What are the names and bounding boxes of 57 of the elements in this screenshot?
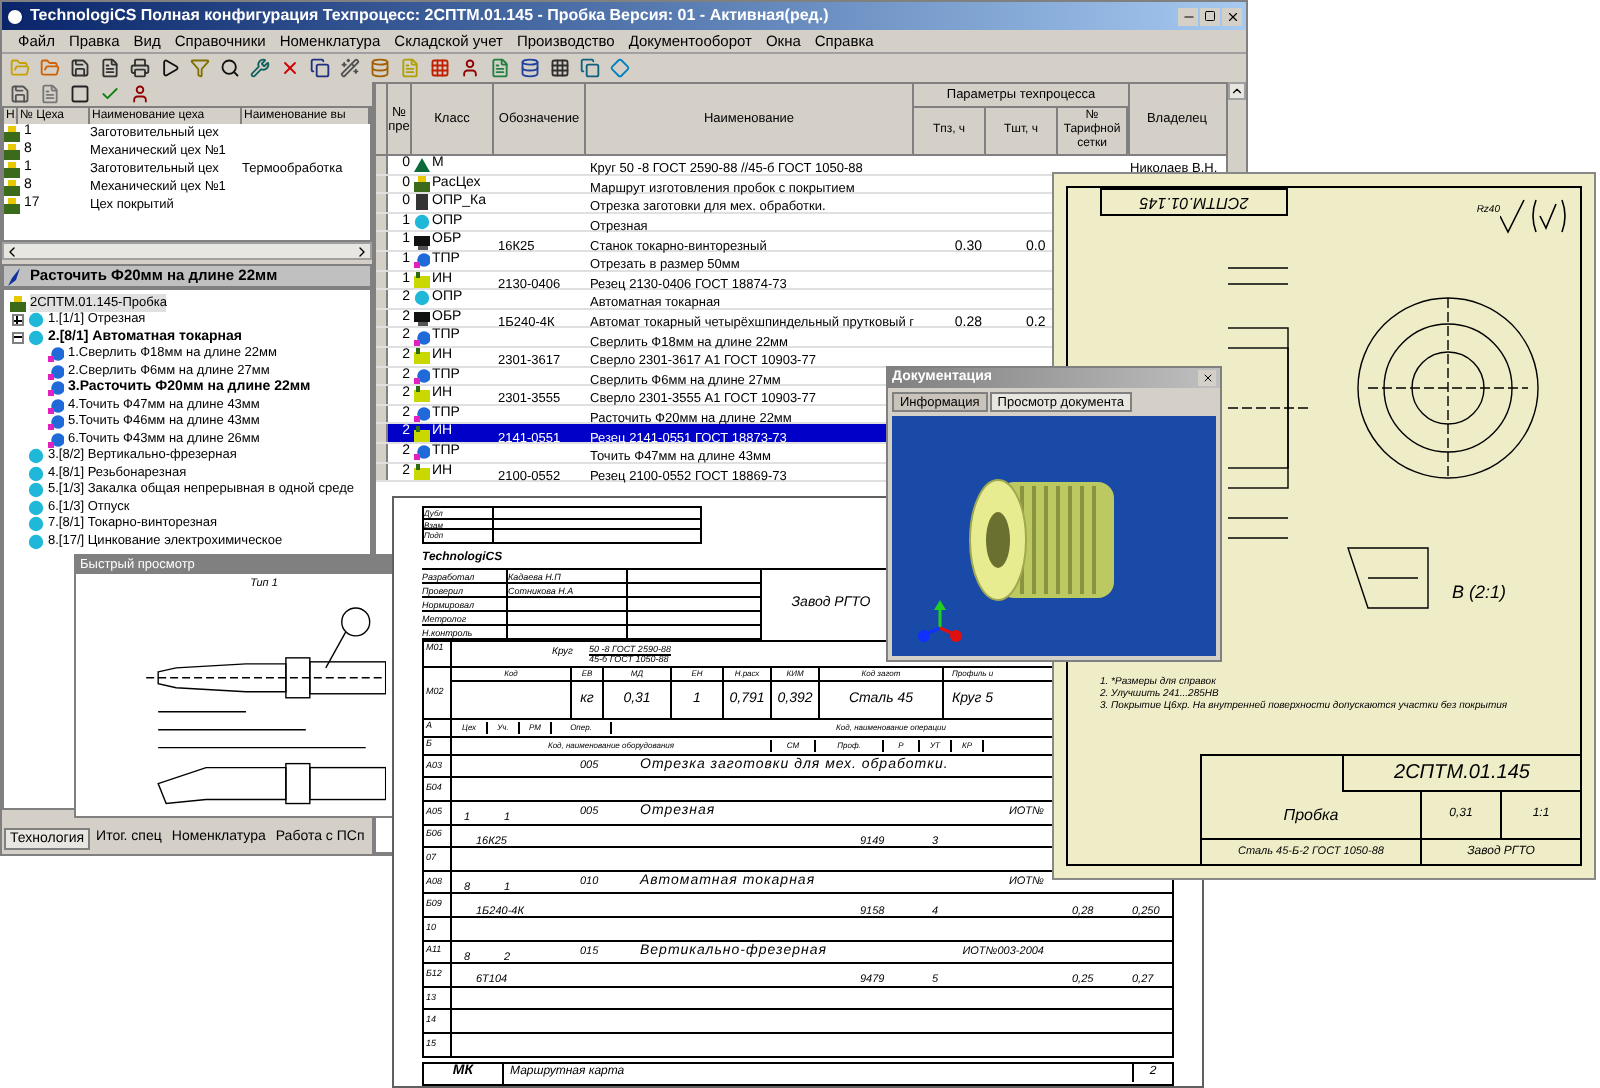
grid-icon[interactable]: [550, 58, 570, 78]
copy-icon[interactable]: [580, 58, 600, 78]
toolbox-icon: [414, 271, 430, 288]
toolbox-icon: [414, 386, 430, 403]
close-button[interactable]: [1198, 370, 1216, 386]
scroll-up-button[interactable]: [1228, 82, 1246, 100]
document-icon: [414, 194, 430, 211]
chevron-right-icon[interactable]: [354, 244, 370, 260]
circle-icon: [414, 214, 430, 231]
pin-icon: [8, 267, 24, 285]
collapse-icon[interactable]: [11, 331, 23, 344]
expand-icon[interactable]: [11, 314, 23, 327]
axes-icon: [916, 600, 964, 644]
toolbox-icon: [414, 348, 430, 365]
square-icon[interactable]: [70, 84, 90, 104]
search-icon[interactable]: [220, 58, 240, 78]
factory-icon: [10, 295, 26, 311]
part-name: Пробка: [1202, 792, 1422, 838]
minimize-button[interactable]: [1178, 7, 1198, 25]
wrench-icon[interactable]: [250, 58, 270, 78]
monitor-icon: [414, 310, 430, 327]
save-icon[interactable]: [70, 58, 90, 78]
scrollbar[interactable]: [2, 242, 372, 260]
factory-icon: [414, 175, 430, 192]
view-label: В (2:1): [1452, 580, 1507, 606]
chevron-up-icon: [1230, 84, 1244, 98]
document-icon[interactable]: [100, 58, 120, 78]
user-icon[interactable]: [130, 84, 150, 104]
window-title: TechnologiCS Полная конфигурация Техпроцесс: 2СПТМ.01.145 - Пробка Версия: 01 - Активная(ред.): [30, 4, 829, 28]
close-button[interactable]: [1222, 7, 1242, 25]
monitor-icon: [414, 233, 430, 250]
triangle-icon: [414, 156, 430, 173]
toolbox-icon: [414, 463, 430, 480]
filter-icon[interactable]: [190, 58, 210, 78]
copy-icon[interactable]: [310, 58, 330, 78]
chevron-left-icon[interactable]: [4, 244, 20, 260]
user-icon[interactable]: [460, 58, 480, 78]
roughness-icon: [1500, 196, 1568, 236]
wand-icon[interactable]: [340, 58, 360, 78]
database-icon[interactable]: [370, 58, 390, 78]
title-designation: 2СПТМ.01.145: [1342, 756, 1580, 792]
maximize-icon: [1204, 10, 1216, 22]
play-icon[interactable]: [160, 58, 180, 78]
database-icon[interactable]: [520, 58, 540, 78]
grid-icon[interactable]: [430, 58, 450, 78]
diamond-icon[interactable]: [610, 58, 630, 78]
close-icon[interactable]: [280, 58, 300, 78]
circle-icon: [414, 290, 430, 307]
printer-icon[interactable]: [130, 58, 150, 78]
app-icon: [6, 7, 24, 25]
save-icon[interactable]: [10, 84, 30, 104]
maximize-button[interactable]: [1200, 7, 1220, 25]
toolbox-icon: [414, 425, 430, 442]
close-icon: [1225, 9, 1239, 23]
check-icon[interactable]: [100, 84, 120, 104]
close-icon: [1201, 372, 1213, 384]
designation-stamp: 2СПТМ.01.145: [1100, 188, 1288, 216]
